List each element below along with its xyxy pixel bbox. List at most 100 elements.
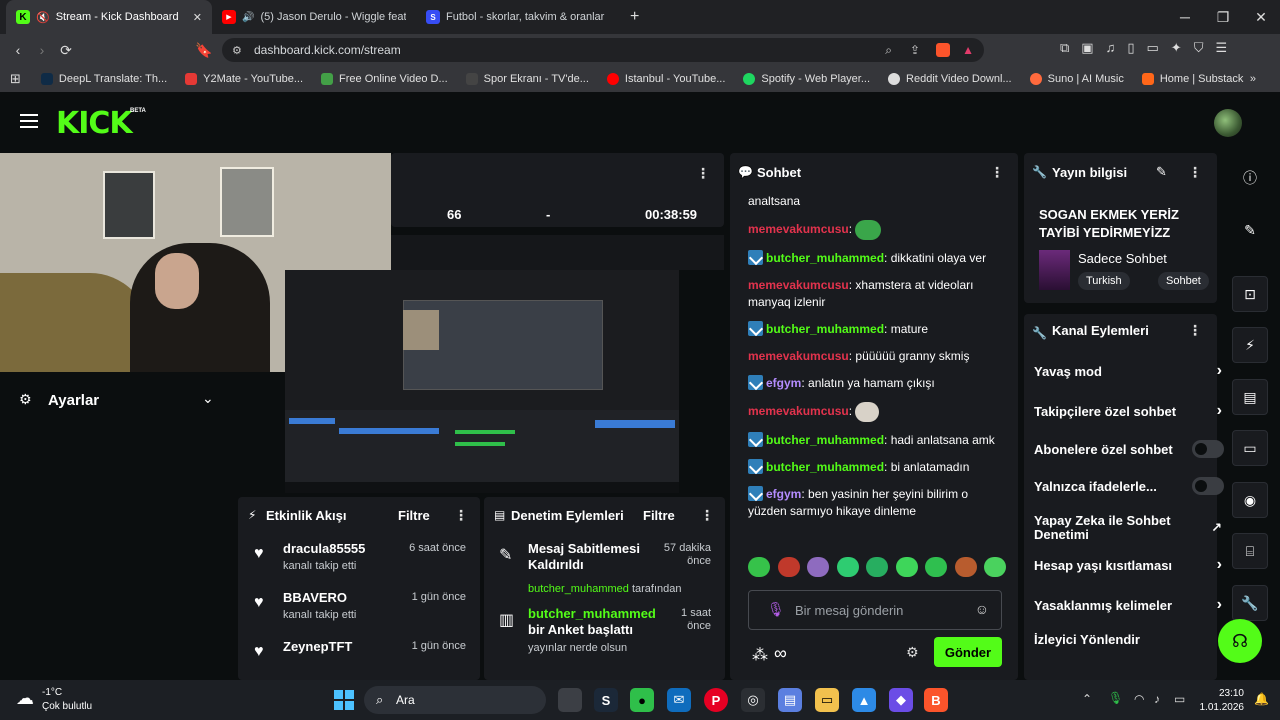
minimize-icon[interactable]: ─ xyxy=(1166,0,1204,34)
tab-sofascore[interactable]: S Futbol - skorlar, takvim & oranlar | S… xyxy=(416,0,620,34)
wifi-icon[interactable]: ◠ xyxy=(1134,692,1144,706)
xbox-app-icon[interactable]: ● xyxy=(630,688,654,712)
bookmark-reddit-video[interactable]: Reddit Video Downl... xyxy=(888,73,1012,85)
emote-icon[interactable] xyxy=(748,557,770,577)
emote-icon[interactable] xyxy=(836,557,859,577)
reload-icon[interactable]: ⟳ xyxy=(54,38,78,62)
mute-icon[interactable]: 🔇 xyxy=(36,11,50,24)
redirect-viewers-row[interactable]: İzleyici Yönlendir xyxy=(1034,625,1210,653)
send-button[interactable]: Gönder xyxy=(934,637,1002,667)
close-tab-icon[interactable]: ✕ xyxy=(193,11,202,24)
hamburger-menu-icon[interactable] xyxy=(20,114,38,128)
activity-user[interactable]: dracula85555 xyxy=(283,541,365,556)
taskbar-search[interactable]: ⌕ Ara xyxy=(364,686,546,714)
moderation-filter-button[interactable]: Filtre xyxy=(643,508,675,523)
chat-username[interactable]: butcher_muhammed xyxy=(766,433,884,447)
file-explorer-icon[interactable]: ▭ xyxy=(815,688,839,712)
banned-words-row[interactable]: Yasaklanmış kelimeler › xyxy=(1034,591,1222,619)
emote-icon[interactable] xyxy=(954,557,977,577)
volume-icon[interactable]: ♪ xyxy=(1154,692,1160,706)
maximize-icon[interactable]: ❐ xyxy=(1204,0,1242,34)
bookmark-spor-ekrani[interactable]: Spor Ekranı - TV'de... xyxy=(465,73,589,85)
windows-start-icon[interactable] xyxy=(334,690,354,710)
mic-tray-icon[interactable]: 🎙 xyxy=(1108,691,1123,705)
extensions-icon[interactable]: ⧉ xyxy=(1060,40,1069,56)
tray-overflow-icon[interactable]: ⌃ xyxy=(1082,692,1092,706)
zoom-icon[interactable]: ⌕ xyxy=(885,43,892,58)
steam-icon[interactable]: S xyxy=(594,688,618,712)
emote-icon[interactable] xyxy=(895,557,918,577)
back-icon[interactable]: ‹ xyxy=(6,38,30,62)
more-options-icon[interactable]: ⋮ xyxy=(990,164,1004,181)
photos-icon[interactable]: ▲ xyxy=(852,688,876,712)
clock-time[interactable]: 23:10 xyxy=(1200,688,1244,699)
chat-username[interactable]: butcher_muhammed xyxy=(766,251,884,265)
weather-desc[interactable]: Çok bulutlu xyxy=(42,701,92,712)
chat-icon[interactable]: ▭ xyxy=(1232,430,1268,466)
bookmark-istanbul-youtube[interactable]: Istanbul - YouTube... xyxy=(606,73,725,85)
chat-username[interactable]: memevakumcusu xyxy=(748,349,849,363)
proton-icon[interactable]: ◆ xyxy=(889,688,913,712)
vpn-icon[interactable]: ⛉ xyxy=(1194,40,1204,56)
bookmark-free-online-video[interactable]: Free Online Video D... xyxy=(321,73,448,85)
forward-icon[interactable]: › xyxy=(30,38,54,62)
activity-user[interactable]: ZeynepTFT xyxy=(283,639,352,654)
points-icon[interactable]: ⁂ xyxy=(752,645,768,665)
emote-icon[interactable] xyxy=(984,557,1006,577)
bookmark-spotify[interactable]: Spotify - Web Player... xyxy=(743,73,870,85)
wallet-icon[interactable]: ▭ xyxy=(1147,40,1159,56)
task-view-icon[interactable] xyxy=(558,688,582,712)
clip-camera-icon[interactable]: ⊡ xyxy=(1232,276,1268,312)
support-headset-icon[interactable]: ☊ xyxy=(1218,619,1262,663)
leo-ai-icon[interactable]: ✦ xyxy=(1171,40,1182,56)
broadcast-icon[interactable]: ◉ xyxy=(1232,482,1268,518)
new-tab-button[interactable]: + xyxy=(620,0,649,34)
chat-username[interactable]: memevakumcusu xyxy=(748,278,849,292)
chatgpt-icon[interactable]: ◎ xyxy=(741,688,765,712)
tab-youtube[interactable]: ▶ 🔊 (5) Jason Derulo - Wiggle feat. Sn xyxy=(212,0,416,34)
close-window-icon[interactable]: ✕ xyxy=(1242,0,1280,34)
battery-icon[interactable]: ▭ xyxy=(1174,692,1185,706)
lightning-icon[interactable]: ⚡ xyxy=(1232,327,1268,363)
slow-mode-row[interactable]: Yavaş mod › xyxy=(1034,357,1222,385)
more-options-icon[interactable]: ⋮ xyxy=(1188,322,1202,339)
chat-settings-gear-icon[interactable]: ⚙ xyxy=(906,644,919,661)
account-age-row[interactable]: Hesap yaşı kısıtlaması › xyxy=(1034,551,1222,579)
menu-icon[interactable]: ☰ xyxy=(1215,40,1227,56)
more-options-icon[interactable]: ⋮ xyxy=(696,165,710,182)
activity-user[interactable]: BBAVERO xyxy=(283,590,347,605)
edit-pencil-icon[interactable]: ✎ xyxy=(1156,164,1167,180)
mail-icon[interactable]: ✉ xyxy=(667,688,691,712)
notifications-icon[interactable]: 🔔 xyxy=(1254,692,1269,706)
apps-grid-icon[interactable]: ⊞ xyxy=(10,71,21,87)
more-options-icon[interactable]: ⋮ xyxy=(454,507,468,524)
chat-input[interactable]: 🎙 Bir mesaj gönderin ☺ xyxy=(748,590,1002,630)
chat-username[interactable]: memevakumcusu xyxy=(748,222,849,236)
brave-rewards-icon[interactable]: ▲ xyxy=(962,43,974,57)
edit-pencil-icon[interactable]: ✎ xyxy=(1232,212,1268,248)
chat-username[interactable]: butcher_muhammed xyxy=(766,460,884,474)
bookmark-deepl[interactable]: DeepL Translate: Th... xyxy=(40,73,167,85)
bookmark-page-icon[interactable]: 🔖 xyxy=(192,38,216,62)
moderation-user[interactable]: butcher_muhammed xyxy=(528,606,656,621)
bookmark-suno[interactable]: Suno | AI Music xyxy=(1029,73,1124,85)
brave-browser-icon[interactable]: B xyxy=(924,688,948,712)
stream-preview[interactable] xyxy=(285,270,679,493)
chat-username[interactable]: memevakumcusu xyxy=(748,404,849,418)
pinterest-icon[interactable]: P xyxy=(704,688,728,712)
bookmark-y2mate[interactable]: Y2Mate - YouTube... xyxy=(185,73,303,85)
address-bar[interactable]: ⚙ dashboard.kick.com/stream ⌕ ⇪ ▲ xyxy=(222,38,984,62)
microphone-icon[interactable]: 🎙 xyxy=(767,601,785,618)
clock-date[interactable]: 1.01.2026 xyxy=(1196,702,1245,713)
emote-icon[interactable] xyxy=(807,557,829,577)
more-options-icon[interactable]: ⋮ xyxy=(1188,164,1202,181)
music-icon[interactable]: ♫ xyxy=(1106,40,1116,56)
user-avatar[interactable] xyxy=(1214,109,1242,137)
kick-logo[interactable]: KICK xyxy=(56,106,133,141)
emotes-only-toggle[interactable] xyxy=(1192,477,1224,495)
chat-username[interactable]: butcher_muhammed xyxy=(766,322,884,336)
bookmark-substack[interactable]: Home | Substack xyxy=(1141,73,1243,85)
more-bookmarks-icon[interactable]: » xyxy=(1250,73,1256,85)
document-icon[interactable]: ▤ xyxy=(1232,379,1268,415)
chat-username[interactable]: efgym xyxy=(766,376,801,390)
